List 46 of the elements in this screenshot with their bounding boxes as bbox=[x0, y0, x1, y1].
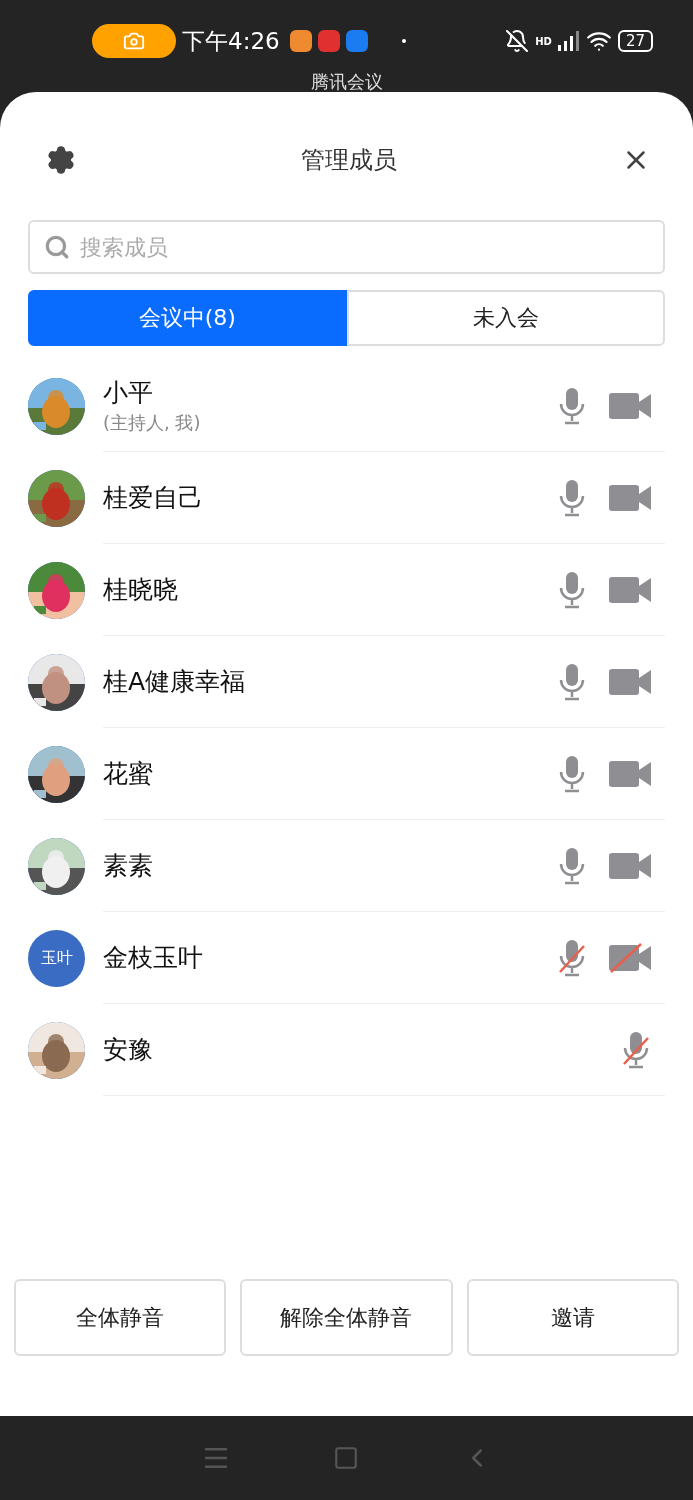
microphone-icon[interactable] bbox=[557, 661, 587, 702]
sheet-title: 管理成员 bbox=[300, 145, 397, 176]
video-camera-icon[interactable] bbox=[609, 758, 651, 789]
member-name: 桂A健康幸福 bbox=[103, 666, 247, 698]
app-title: 腾讯会议 bbox=[310, 72, 383, 92]
search-field[interactable]: 搜索成员 bbox=[28, 220, 665, 274]
member-name: 安豫 bbox=[103, 1034, 154, 1066]
microphone-icon[interactable] bbox=[557, 385, 587, 426]
microphone-icon[interactable] bbox=[557, 477, 587, 518]
screen-recorder-indicator[interactable] bbox=[92, 24, 176, 58]
video-camera-icon[interactable] bbox=[609, 850, 651, 881]
member-name: 花蜜 bbox=[103, 758, 154, 790]
video-camera-icon[interactable] bbox=[609, 666, 651, 697]
member-role: (主持人, 我) bbox=[103, 411, 202, 435]
microphone-icon[interactable] bbox=[557, 569, 587, 610]
battery-level: 27 bbox=[617, 30, 653, 52]
muted-microphone-icon[interactable] bbox=[557, 937, 587, 978]
search-icon bbox=[44, 234, 70, 260]
action-button[interactable]: 全体静音 bbox=[14, 1279, 227, 1356]
camera-off-icon[interactable] bbox=[609, 942, 651, 973]
avatar: 玉叶 bbox=[28, 929, 85, 987]
more-notifications-icon bbox=[401, 39, 406, 43]
member-name: 小平 bbox=[103, 377, 154, 409]
video-camera-icon[interactable] bbox=[609, 574, 651, 605]
microphone-icon[interactable] bbox=[557, 845, 587, 886]
microphone-icon[interactable] bbox=[557, 753, 587, 794]
tab[interactable]: 会议中(8) bbox=[28, 290, 347, 346]
action-button[interactable]: 解除全体静音 bbox=[240, 1279, 453, 1356]
video-camera-icon[interactable] bbox=[609, 390, 651, 421]
clock: 下午4:26 bbox=[182, 26, 280, 56]
network-type: HD bbox=[535, 35, 552, 47]
app-notification-icon bbox=[289, 30, 312, 52]
bell-off-icon bbox=[505, 29, 530, 53]
app-notification-icon bbox=[345, 30, 368, 52]
member-name: 桂晓晓 bbox=[103, 574, 179, 606]
member-name: 金枝玉叶 bbox=[103, 942, 204, 974]
video-camera-icon[interactable] bbox=[609, 482, 651, 513]
tab[interactable]: 未入会 bbox=[346, 290, 665, 346]
settings-icon[interactable] bbox=[46, 145, 76, 175]
signal-icon bbox=[557, 31, 580, 51]
action-button[interactable]: 邀请 bbox=[466, 1279, 679, 1356]
member-name: 桂爱自己 bbox=[103, 482, 204, 514]
member-name: 素素 bbox=[103, 850, 154, 882]
home-icon[interactable] bbox=[333, 1445, 360, 1471]
app-notification-icon bbox=[317, 30, 340, 52]
muted-microphone-icon[interactable] bbox=[621, 1029, 651, 1070]
